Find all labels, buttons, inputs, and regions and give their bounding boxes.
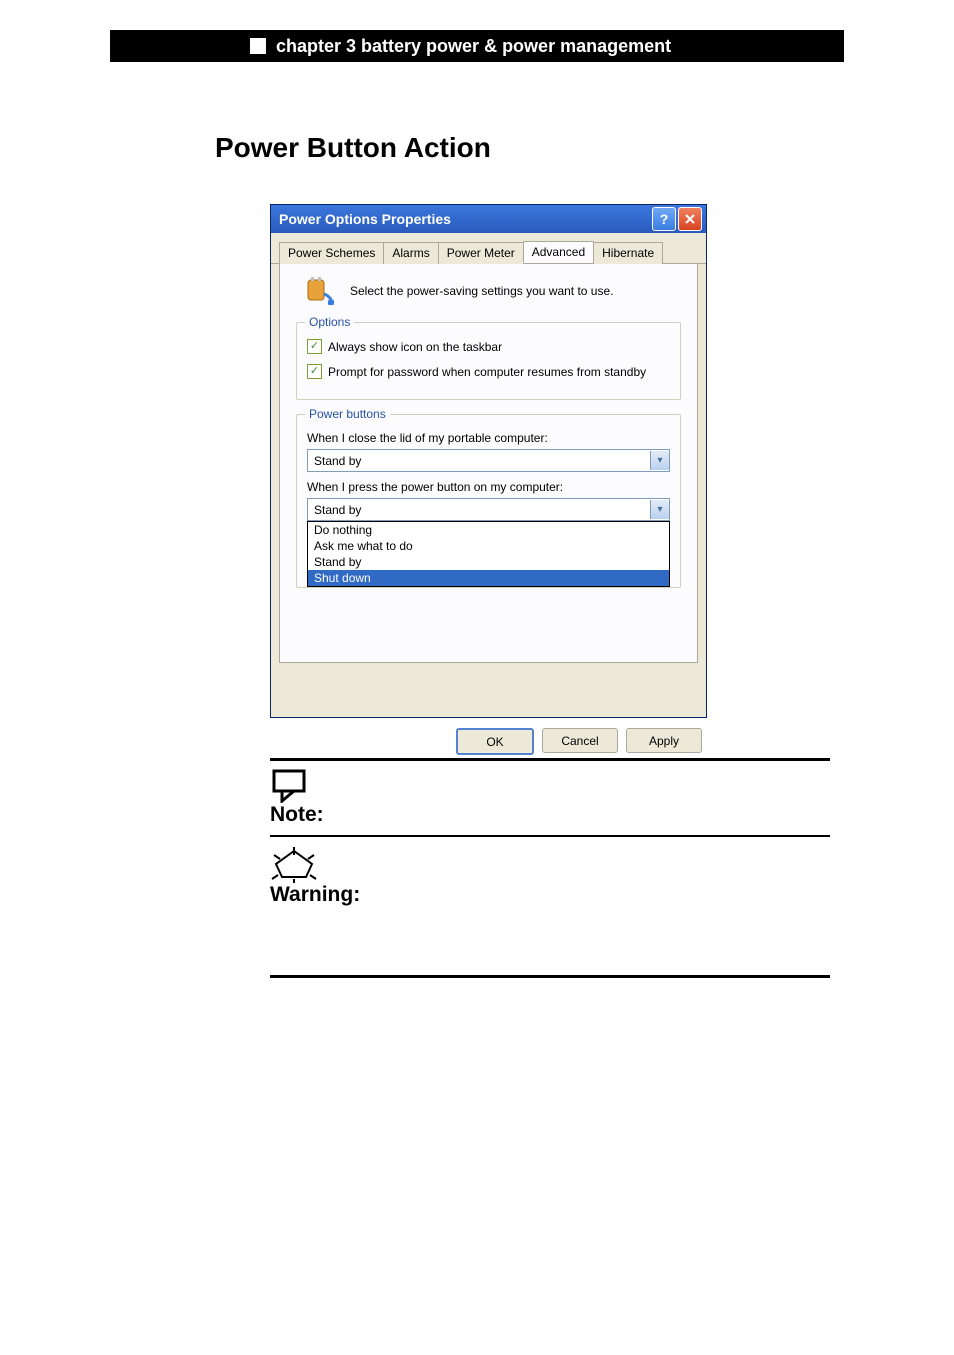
options-legend: Options: [305, 315, 354, 329]
chevron-down-icon: ▾: [650, 451, 669, 470]
dialog-titlebar: Power Options Properties ?: [271, 205, 706, 233]
tab-power-schemes[interactable]: Power Schemes: [279, 242, 384, 264]
power-buttons-legend: Power buttons: [305, 407, 390, 421]
tab-strip: Power Schemes Alarms Power Meter Advance…: [271, 233, 706, 264]
tab-hibernate[interactable]: Hibernate: [593, 242, 663, 264]
help-button[interactable]: ?: [652, 207, 676, 231]
warning-icon: [270, 845, 318, 883]
warning-label: Warning:: [270, 883, 830, 907]
power-button-dropdown-list: Do nothing Ask me what to do Stand by Sh…: [307, 521, 670, 587]
tab-alarms[interactable]: Alarms: [383, 242, 438, 264]
divider: [270, 758, 830, 761]
cancel-button[interactable]: Cancel: [542, 728, 618, 753]
chapter-title: chapter 3 battery power & power manageme…: [276, 36, 671, 57]
divider: [270, 975, 830, 978]
dialog-button-row: OK Cancel Apply: [456, 728, 702, 755]
power-buttons-groupbox: Power buttons When I close the lid of my…: [296, 414, 681, 588]
dropdown-option[interactable]: Stand by: [308, 554, 669, 570]
note-icon: [270, 769, 310, 803]
tab-power-meter[interactable]: Power Meter: [438, 242, 524, 264]
lid-close-label: When I close the lid of my portable comp…: [307, 431, 670, 445]
power-button-label: When I press the power button on my comp…: [307, 480, 670, 494]
lid-close-dropdown[interactable]: Stand by ▾: [307, 449, 670, 472]
checkbox-show-icon-label: Always show icon on the taskbar: [328, 340, 502, 354]
tab-advanced[interactable]: Advanced: [523, 241, 594, 263]
chevron-down-icon: ▾: [650, 500, 669, 519]
checkbox-prompt-password-label: Prompt for password when computer resume…: [328, 365, 646, 379]
apply-button[interactable]: Apply: [626, 728, 702, 753]
checkbox-prompt-password[interactable]: ✓: [307, 364, 322, 379]
note-label: Note:: [270, 803, 830, 827]
close-button[interactable]: [678, 207, 702, 231]
dropdown-option[interactable]: Ask me what to do: [308, 538, 669, 554]
dialog-title: Power Options Properties: [279, 211, 650, 227]
power-button-value: Stand by: [314, 503, 361, 517]
power-options-dialog: Power Options Properties ? Power Schemes…: [270, 204, 707, 718]
chapter-header: chapter 3 battery power & power manageme…: [110, 30, 844, 62]
divider: [270, 835, 830, 837]
header-square-icon: [250, 38, 266, 54]
power-button-dropdown[interactable]: Stand by ▾: [307, 498, 670, 521]
lid-close-value: Stand by: [314, 454, 361, 468]
dropdown-option[interactable]: Do nothing: [308, 522, 669, 538]
ok-button[interactable]: OK: [456, 728, 534, 755]
battery-plug-icon: [302, 276, 336, 306]
options-groupbox: Options ✓ Always show icon on the taskba…: [296, 322, 681, 400]
notes-section: Note: Warning:: [270, 758, 830, 978]
advanced-panel: Select the power-saving settings you wan…: [279, 264, 698, 663]
dropdown-option-selected[interactable]: Shut down: [308, 570, 669, 586]
intro-text: Select the power-saving settings you wan…: [350, 284, 613, 298]
checkbox-show-icon[interactable]: ✓: [307, 339, 322, 354]
section-title: Power Button Action: [215, 132, 844, 164]
